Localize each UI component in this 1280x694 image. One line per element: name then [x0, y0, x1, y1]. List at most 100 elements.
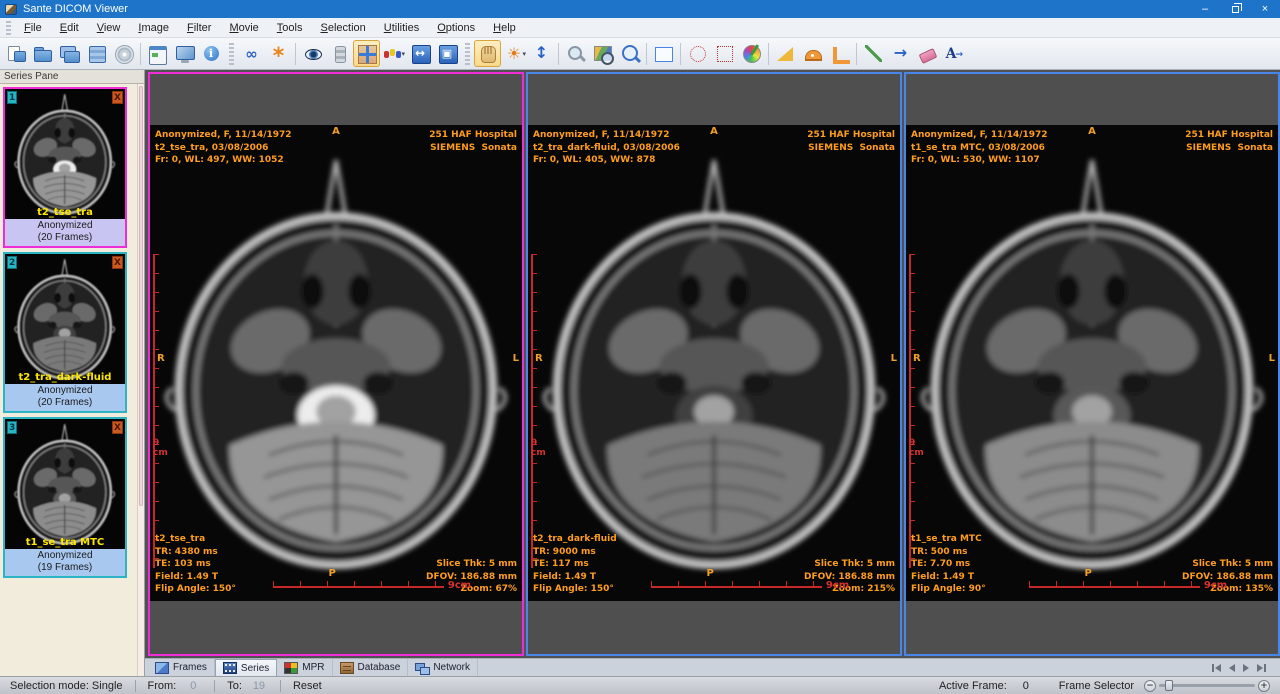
series-thumbnail-2[interactable]: 2Xt2_tra_dark-fluidAnonymized(20 Frames): [3, 252, 127, 413]
arrow-button[interactable]: [887, 40, 914, 67]
eye-button[interactable]: [299, 40, 326, 67]
viewport-top-margin: [528, 74, 900, 125]
first-frame-button[interactable]: [1212, 664, 1221, 672]
slider-thumb[interactable]: [1165, 680, 1173, 691]
fit-width-button[interactable]: [407, 40, 434, 67]
series-thumbnail-1[interactable]: 1Xt2_tse_traAnonymized(20 Frames): [3, 87, 127, 248]
window-level-button[interactable]: ▾: [501, 40, 528, 67]
zoom-region-button[interactable]: [589, 40, 616, 67]
viewport-2[interactable]: Anonymized, F, 11/14/1972t2_tra_dark-flu…: [526, 72, 902, 656]
tab-network[interactable]: Network: [408, 659, 478, 676]
angle-button[interactable]: [826, 40, 853, 67]
menu-utilities[interactable]: Utilities: [375, 20, 428, 36]
menu-edit[interactable]: Edit: [51, 20, 88, 36]
series-close-button[interactable]: X: [112, 91, 123, 104]
series-close-button[interactable]: X: [112, 256, 123, 269]
tab-database[interactable]: Database: [333, 659, 409, 676]
mri-slice-graphic: [10, 257, 119, 381]
main-area: Series Pane 1Xt2_tse_traAnonymized(20 Fr…: [0, 70, 1280, 676]
database-tab-icon: [340, 662, 354, 674]
frame-selector-slider[interactable]: − +: [1144, 680, 1270, 692]
stack-button[interactable]: [326, 40, 353, 67]
series-link-color-button[interactable]: ▾: [380, 40, 407, 67]
fit-screen-button[interactable]: [434, 40, 461, 67]
palette-button[interactable]: [738, 40, 765, 67]
slider-minus-button[interactable]: −: [1144, 680, 1156, 692]
restore-button[interactable]: [1220, 0, 1250, 18]
menu-movie[interactable]: Movie: [220, 20, 267, 36]
protractor-button[interactable]: [799, 40, 826, 67]
reset-button[interactable]: Reset: [289, 680, 326, 692]
menu-file[interactable]: File: [15, 20, 51, 36]
export-window-button[interactable]: [144, 40, 171, 67]
display-settings-icon: [174, 43, 196, 65]
frame-nav-buttons: [1212, 659, 1280, 676]
horizontal-ruler-label: 9cm: [826, 580, 849, 591]
app-icon: [5, 4, 17, 15]
pan-hand-button[interactable]: [474, 40, 501, 67]
open-multiple-button[interactable]: [56, 40, 83, 67]
menu-help[interactable]: Help: [484, 20, 525, 36]
next-frame-button[interactable]: [1243, 664, 1249, 672]
menu-selection[interactable]: Selection: [311, 20, 374, 36]
roi-ellipse-button[interactable]: [684, 40, 711, 67]
info-button[interactable]: [198, 40, 225, 67]
line-button[interactable]: [860, 40, 887, 67]
slider-plus-button[interactable]: +: [1258, 680, 1270, 692]
menu-filter[interactable]: Filter: [178, 20, 220, 36]
browse-frames-button[interactable]: [528, 40, 555, 67]
rectangle-select-button[interactable]: [650, 40, 677, 67]
stack-icon: [329, 43, 351, 65]
tab-mpr[interactable]: MPR: [277, 659, 332, 676]
archive-button[interactable]: [83, 40, 110, 67]
viewport-3[interactable]: Anonymized, F, 11/14/1972t1_se_tra MTC, …: [904, 72, 1280, 656]
open-file-button[interactable]: [2, 40, 29, 67]
minimize-button[interactable]: –: [1190, 0, 1220, 18]
vertical-ruler: [153, 254, 159, 568]
menu-tools[interactable]: Tools: [268, 20, 312, 36]
status-bar: Selection mode: Single From: 0 To: 19 Re…: [0, 676, 1280, 694]
frames-tab-icon: [155, 662, 169, 674]
active-frame-value: 0: [1011, 680, 1041, 692]
menu-image[interactable]: Image: [129, 20, 178, 36]
mri-slice-graphic: [906, 130, 1278, 596]
horizontal-ruler: [273, 581, 444, 588]
overlay-patient-info: Anonymized, F, 11/14/1972t2_tra_dark-flu…: [533, 129, 680, 167]
to-value-field[interactable]: 19: [246, 680, 272, 692]
roi-rectangle-button[interactable]: [711, 40, 738, 67]
reference-lines-button[interactable]: [353, 40, 380, 67]
unlink-series-button[interactable]: [265, 40, 292, 67]
cd-drive-button[interactable]: [110, 40, 137, 67]
slider-track[interactable]: [1159, 684, 1255, 687]
zoom-fit-button[interactable]: [616, 40, 643, 67]
link-series-button[interactable]: [238, 40, 265, 67]
menu-view[interactable]: View: [88, 20, 130, 36]
set-square-button[interactable]: [772, 40, 799, 67]
display-settings-button[interactable]: [171, 40, 198, 67]
active-frame-label: Active Frame:: [935, 680, 1011, 692]
overlay-institution-info: 251 HAF HospitalSIEMENS Sonata: [429, 129, 517, 154]
frame-selector-label: Frame Selector: [1055, 680, 1138, 692]
orientation-marker-anterior: A: [1088, 126, 1096, 137]
from-value-field[interactable]: 0: [180, 680, 206, 692]
menu-options[interactable]: Options: [428, 20, 484, 36]
vertical-ruler-label: 9cm: [153, 439, 168, 459]
zoom-button[interactable]: [562, 40, 589, 67]
last-frame-button[interactable]: [1257, 664, 1266, 672]
previous-frame-button[interactable]: [1229, 664, 1235, 672]
open-folder-button[interactable]: [29, 40, 56, 67]
orientation-marker-anterior: A: [332, 126, 340, 137]
viewport-top-margin: [150, 74, 522, 125]
mri-image: [528, 125, 900, 601]
close-button[interactable]: ×: [1250, 0, 1280, 18]
series-close-button[interactable]: X: [112, 421, 123, 434]
series-pane-scrollbar[interactable]: [137, 84, 144, 676]
series-index-badge: 3: [7, 421, 17, 434]
tab-frames[interactable]: Frames: [148, 659, 215, 676]
tab-series[interactable]: Series: [215, 659, 277, 676]
series-thumbnail-3[interactable]: 3Xt1_se_tra MTCAnonymized(19 Frames): [3, 417, 127, 578]
viewport-1[interactable]: Anonymized, F, 11/14/1972t2_tse_tra, 03/…: [148, 72, 524, 656]
text-button[interactable]: [941, 40, 968, 67]
set-square-icon: [775, 43, 797, 65]
eraser-button[interactable]: [914, 40, 941, 67]
